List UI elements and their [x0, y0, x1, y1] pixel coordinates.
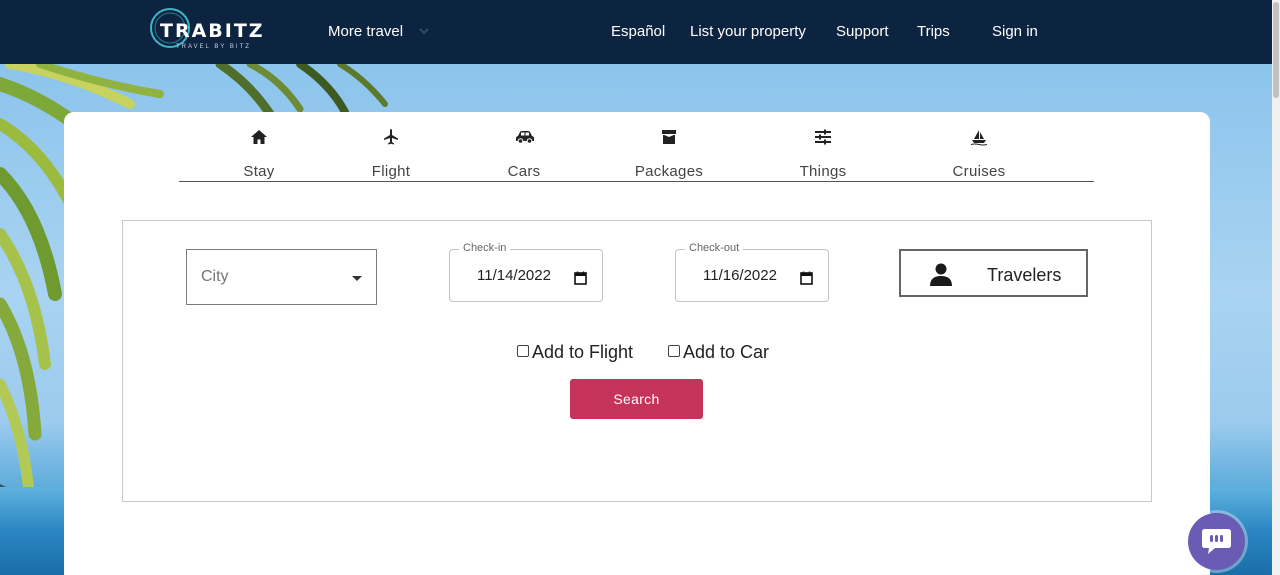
checkin-date-field[interactable]: Check-in 11/14/2022: [449, 242, 603, 302]
travelers-label: Travelers: [987, 265, 1062, 285]
page-scrollbar[interactable]: [1272, 0, 1280, 575]
add-car-label: Add to Car: [683, 342, 770, 362]
tab-label: Cars: [507, 163, 541, 180]
tab-label: Flight: [371, 163, 411, 180]
tab-flight[interactable]: Flight: [336, 124, 446, 180]
tab-stay[interactable]: Stay: [204, 124, 314, 180]
search-form: City Check-in 11/14/2022 Check-out 11/16…: [122, 220, 1152, 502]
tab-things[interactable]: Things: [768, 124, 878, 180]
city-placeholder: City: [201, 268, 229, 285]
calendar-icon[interactable]: [800, 271, 813, 285]
chevron-down-icon[interactable]: [418, 26, 430, 36]
sliders-icon: [815, 129, 831, 145]
city-select[interactable]: City: [186, 249, 377, 305]
airplane-icon: [384, 129, 398, 145]
trabitz-logo[interactable]: TRABITZ TRAVEL BY BITZ: [146, 6, 276, 58]
tab-label: Stay: [243, 163, 275, 180]
sailboat-icon: [970, 130, 988, 146]
tab-cruises[interactable]: Cruises: [924, 124, 1034, 180]
checkbox-box[interactable]: [517, 345, 529, 357]
chat-widget-button[interactable]: [1188, 513, 1245, 570]
logo-text: TRABITZ: [160, 20, 265, 42]
checkbox-box[interactable]: [668, 345, 680, 357]
search-button[interactable]: Search: [570, 379, 703, 419]
top-navbar: TRABITZ TRAVEL BY BITZ More travel Españ…: [0, 0, 1272, 64]
tab-cars[interactable]: Cars: [469, 124, 579, 180]
category-tabs: Stay Flight Cars Packages Things Cruises: [179, 124, 1094, 182]
list-property-link[interactable]: List your property: [690, 23, 806, 40]
checkout-label: Check-out: [685, 242, 744, 254]
car-icon: [516, 131, 534, 144]
travelers-button[interactable]: Travelers: [899, 249, 1088, 297]
support-link[interactable]: Support: [836, 23, 889, 40]
chat-bubble-icon: [1202, 529, 1231, 554]
add-car-checkbox[interactable]: Add to Car: [668, 342, 769, 363]
add-flight-label: Add to Flight: [532, 342, 634, 362]
logo-subtext: TRAVEL BY BITZ: [176, 44, 251, 50]
dropdown-caret-icon: [352, 276, 362, 281]
scrollbar-thumb[interactable]: [1273, 2, 1279, 98]
tab-label: Things: [799, 163, 847, 180]
tab-label: Cruises: [952, 163, 1006, 180]
checkin-value: 11/14/2022: [477, 267, 551, 284]
checkin-label: Check-in: [459, 242, 511, 254]
add-flight-checkbox[interactable]: Add to Flight: [517, 342, 633, 363]
home-icon: [251, 130, 267, 144]
trips-link[interactable]: Trips: [917, 23, 950, 40]
person-icon: [930, 263, 952, 286]
sign-in-link[interactable]: Sign in: [992, 23, 1038, 40]
language-link[interactable]: Español: [611, 23, 665, 40]
calendar-icon[interactable]: [574, 271, 587, 285]
more-travel-menu[interactable]: More travel: [328, 23, 403, 40]
checkout-date-field[interactable]: Check-out 11/16/2022: [675, 242, 829, 302]
tab-packages[interactable]: Packages: [614, 124, 724, 180]
search-card: Stay Flight Cars Packages Things Cruises…: [64, 112, 1210, 575]
checkout-value: 11/16/2022: [703, 267, 777, 284]
package-icon: [662, 130, 676, 144]
tab-label: Packages: [634, 163, 704, 180]
